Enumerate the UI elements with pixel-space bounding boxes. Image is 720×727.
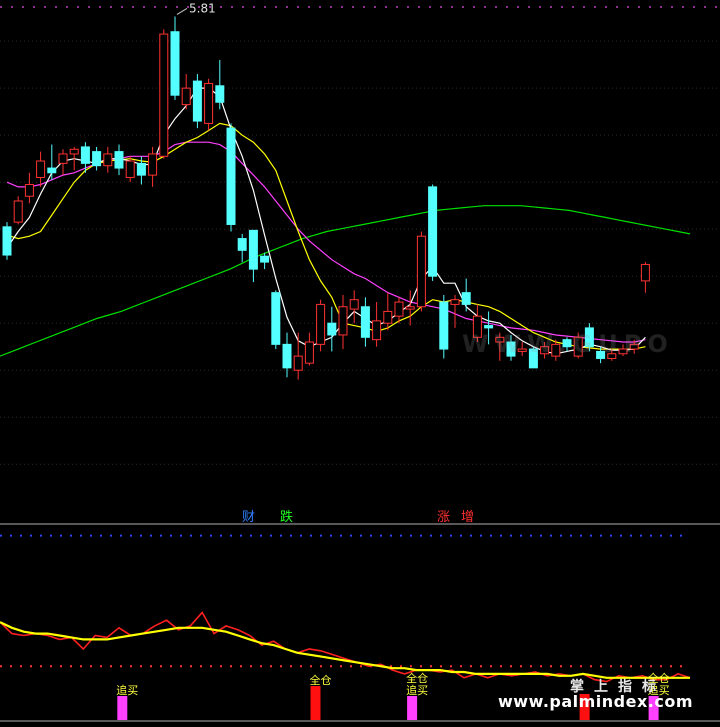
candle-body	[148, 153, 158, 176]
candle	[226, 123, 236, 232]
candle-body	[383, 310, 393, 324]
candle-body	[450, 299, 460, 305]
candle-body	[484, 325, 494, 329]
candle-body	[215, 85, 225, 103]
candle-body	[24, 184, 34, 197]
candle	[204, 78, 214, 131]
candle-body	[439, 301, 449, 350]
candle-body	[271, 292, 281, 345]
candle-body	[192, 80, 202, 122]
candle-body	[159, 33, 169, 157]
candle	[159, 29, 169, 159]
candle-body	[360, 306, 370, 338]
candle	[192, 74, 202, 129]
candle-body	[47, 167, 57, 174]
candle-body	[282, 343, 292, 369]
candle-body	[327, 322, 337, 336]
candle-body	[394, 301, 404, 317]
candle-body	[428, 186, 438, 277]
candle-body	[80, 146, 90, 164]
candle-body	[316, 303, 326, 345]
signal-bar	[310, 686, 321, 720]
stock-chart: 5.81财跌涨增 追买全仓 全仓追买全仓追买	[0, 0, 720, 727]
candle	[2, 222, 12, 260]
signal-label: 跌	[280, 509, 293, 525]
candle	[271, 290, 281, 350]
candle	[439, 294, 449, 359]
candle-body	[181, 87, 191, 106]
candle-body	[640, 263, 650, 282]
candle-body	[69, 148, 79, 155]
candle-body	[237, 238, 247, 251]
signal-text: 全仓	[310, 673, 332, 687]
candle-body	[103, 153, 113, 167]
candle-body	[416, 235, 426, 308]
candle-body	[248, 229, 258, 270]
candle	[13, 196, 23, 225]
candle-body	[170, 31, 180, 96]
signal-text: 追买	[116, 683, 138, 697]
candle-body	[338, 306, 348, 336]
signal-bar	[117, 696, 128, 720]
signal-text: 全仓	[406, 671, 428, 685]
candle-body	[114, 151, 124, 169]
candle-body	[2, 226, 12, 256]
candle-body	[461, 292, 471, 305]
candle-body	[136, 162, 146, 176]
signal-label: 财	[242, 510, 255, 525]
candle	[316, 299, 326, 352]
candle-body	[405, 306, 415, 310]
candle	[416, 231, 426, 312]
signal-text: 追买	[406, 683, 428, 697]
candle-body	[293, 355, 303, 371]
candle-body	[204, 82, 214, 124]
candle-body	[226, 127, 236, 225]
candle-body	[304, 341, 314, 364]
candle-body	[372, 320, 382, 341]
candle-body	[13, 200, 23, 223]
signal-label: 增	[461, 510, 474, 525]
watermark-ghost: WWW.GUPO	[462, 330, 674, 358]
watermark-url: www.palmindex.com	[498, 692, 694, 711]
peak-price-label: 5.81	[189, 1, 216, 15]
signal-bar	[407, 696, 418, 720]
candle-body	[36, 160, 46, 178]
candle-body	[125, 160, 135, 178]
candle-body	[260, 255, 270, 263]
signal-label: 涨	[437, 510, 450, 525]
candle	[428, 184, 438, 281]
candle-body	[58, 153, 68, 164]
candle-body	[92, 151, 102, 167]
candle-body	[349, 299, 359, 310]
